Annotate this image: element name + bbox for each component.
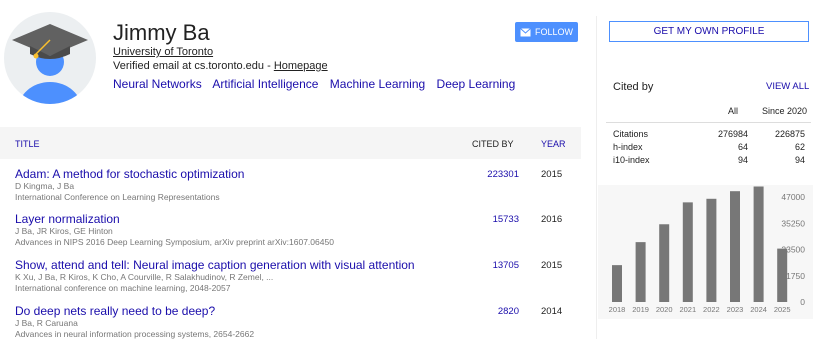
x-tick-label: 2019 [632, 305, 649, 314]
table-header: TITLE CITED BY YEAR [0, 127, 581, 159]
table-row: Layer normalization J Ba, JR Kiros, GE H… [15, 212, 581, 248]
interests-list: Neural Networks Artificial Intelligence … [113, 77, 523, 91]
year-column-header[interactable]: YEAR [541, 139, 566, 149]
paper-year: 2015 [541, 169, 563, 180]
bar-2020 [659, 224, 670, 302]
paper-authors: D Kingma, J Ba [15, 181, 75, 191]
y-tick-label: 35250 [781, 218, 805, 228]
stat-since: 226875 [774, 129, 805, 139]
paper-authors: J Ba, JR Kiros, GE Hinton [15, 226, 113, 236]
affiliation-link[interactable]: University of Toronto [113, 46, 213, 58]
stat-since: 62 [794, 142, 805, 152]
paper-authors: J Ba, R Caruana [15, 318, 78, 328]
paper-venue: International Conference on Learning Rep… [15, 192, 220, 202]
stat-label: Citations [613, 129, 649, 139]
x-tick-label: 2018 [609, 305, 626, 314]
avatar [4, 12, 96, 104]
stat-since: 94 [794, 155, 805, 165]
x-tick-label: 2021 [679, 305, 696, 314]
paper-venue: International conference on machine lear… [15, 283, 231, 293]
bar-2022 [706, 198, 717, 302]
email-text: Verified email at cs.toronto.edu - [113, 60, 274, 72]
mail-icon [520, 27, 531, 36]
interest-neural-networks[interactable]: Neural Networks [113, 77, 202, 91]
follow-button[interactable]: FOLLOW [515, 22, 578, 42]
bar-2018 [612, 265, 622, 302]
stat-label: i10-index [613, 155, 650, 165]
profile-name: Jimmy Ba [113, 20, 210, 45]
x-tick-label: 2022 [703, 305, 720, 314]
bar-2025 [777, 248, 788, 302]
cited-by-count-link[interactable]: 15733 [479, 214, 519, 225]
get-my-own-profile-button[interactable]: GET MY OWN PROFILE [609, 21, 809, 42]
stat-all: 276984 [717, 129, 748, 139]
view-all-link[interactable]: VIEW ALL [766, 81, 809, 92]
verified-email: Verified email at cs.toronto.edu - Homep… [113, 60, 328, 72]
x-tick-label: 2025 [774, 305, 791, 314]
table-row: Show, attend and tell: Neural image capt… [15, 258, 581, 294]
paper-venue: Advances in neural information processin… [15, 329, 255, 339]
cited-by-count-link[interactable]: 223301 [479, 169, 519, 180]
citations-per-year-chart: 4700035250235001175002018 2019 2020 2021 202… [598, 185, 813, 319]
y-tick-label: 0 [800, 297, 805, 307]
x-tick-label: 2020 [656, 305, 673, 314]
bar-2024 [753, 186, 764, 302]
column-divider [596, 16, 597, 339]
cited-by-count-link[interactable]: 2820 [479, 306, 519, 317]
stat-label: h-index [613, 142, 643, 152]
table-row: Adam: A method for stochastic optimizati… [15, 167, 581, 203]
bar-2021 [682, 202, 693, 302]
cited-by-column-header[interactable]: CITED BY [472, 139, 514, 149]
bar-2019 [635, 242, 646, 302]
stats-table-header: All Since 2020 [606, 100, 811, 123]
follow-label: FOLLOW [534, 27, 573, 37]
title-column-header[interactable]: TITLE [15, 139, 40, 149]
col-since-label: Since 2020 [762, 106, 808, 116]
cited-by-count-link[interactable]: 13705 [479, 260, 519, 271]
interest-artificial-intelligence[interactable]: Artificial Intelligence [212, 77, 318, 91]
y-tick-label: 47000 [781, 192, 805, 202]
paper-year: 2016 [541, 214, 563, 225]
paper-venue: Advances in NIPS 2016 Deep Learning Symp… [15, 237, 334, 247]
stat-all: 64 [737, 142, 748, 152]
bar-2023 [730, 191, 740, 302]
paper-year: 2015 [541, 260, 563, 271]
x-tick-label: 2024 [750, 305, 767, 314]
paper-year: 2014 [541, 306, 563, 317]
homepage-link[interactable]: Homepage [274, 60, 328, 72]
table-row: Do deep nets really need to be deep? J B… [15, 304, 581, 340]
interest-machine-learning[interactable]: Machine Learning [330, 77, 425, 91]
paper-authors: K Xu, J Ba, R Kiros, K Cho, A Courville,… [15, 272, 274, 282]
cited-by-header: Cited by [613, 81, 654, 93]
x-tick-label: 2023 [727, 305, 744, 314]
col-all-label: All [728, 106, 739, 116]
stat-all: 94 [737, 155, 748, 165]
interest-deep-learning[interactable]: Deep Learning [437, 77, 516, 91]
